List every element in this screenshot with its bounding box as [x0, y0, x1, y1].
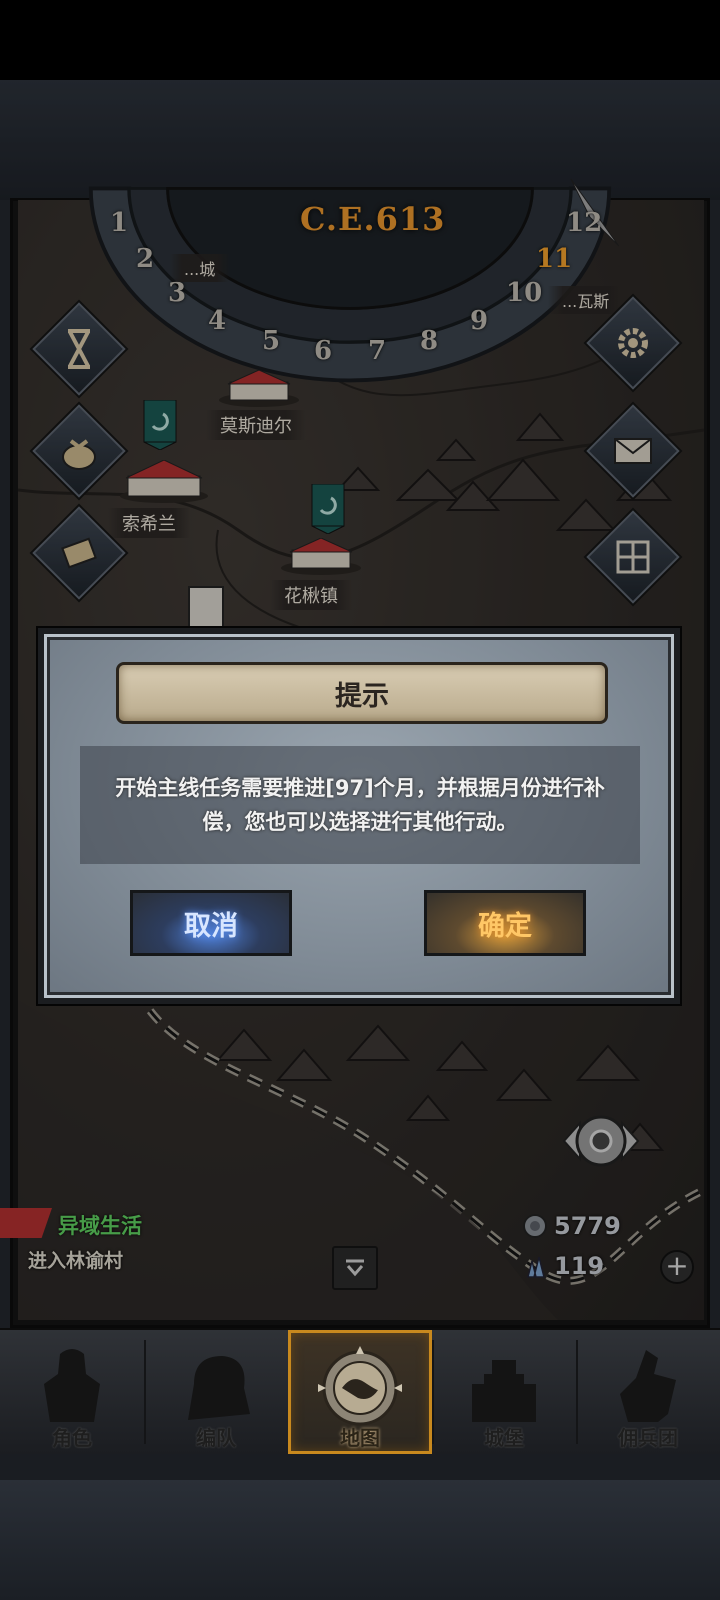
- town-label-huaqiuzhen[interactable]: 花楸镇: [270, 580, 352, 610]
- plus-icon: +: [665, 1249, 689, 1282]
- month-10: 10: [506, 278, 543, 308]
- town-label-mosidier[interactable]: 莫斯迪尔: [206, 410, 306, 440]
- nav-tab-mercenary[interactable]: 佣兵团: [576, 1330, 720, 1454]
- helmet-icon: [188, 1356, 250, 1420]
- nav-label-castle: 城堡: [484, 1426, 524, 1450]
- month-11-current: 11: [536, 244, 573, 274]
- money-bag-icon: [62, 439, 96, 470]
- crystal-resource: 119: [522, 1252, 604, 1280]
- collapse-button[interactable]: [332, 1246, 378, 1290]
- partial-town-label-left: ...城: [170, 254, 230, 282]
- chevron-down-icon: [346, 1259, 364, 1277]
- calendar-year: C.E.613: [300, 200, 446, 238]
- month-3: 3: [168, 278, 187, 308]
- town-icon-mosidier[interactable]: [214, 370, 304, 408]
- month-12: 12: [566, 208, 603, 238]
- silver-resource: 5779: [522, 1212, 621, 1240]
- crystal-amount: 119: [554, 1252, 605, 1280]
- nav-label-map: 地图: [340, 1426, 380, 1450]
- month-2: 2: [136, 244, 155, 274]
- dialog-title: 提示: [335, 680, 389, 712]
- month-7: 7: [368, 336, 387, 366]
- dialog-message-box: 开始主线任务需要推进[97]个月，并根据月份进行补偿，您也可以选择进行其他行动。: [80, 746, 640, 864]
- nav-tab-formation[interactable]: 编队: [144, 1330, 288, 1454]
- locate-icon[interactable]: [546, 1105, 656, 1177]
- faction-banner-icon: [143, 400, 177, 450]
- confirm-button-label: 确定: [478, 910, 532, 942]
- cancel-button-label: 取消: [184, 910, 238, 942]
- gear-icon: [618, 328, 648, 358]
- knight-icon: [44, 1349, 100, 1422]
- prompt-dialog: 提示 开始主线任务需要推进[97]个月，并根据月份进行补偿，您也可以选择进行其他…: [38, 628, 680, 1004]
- silver-coin-icon: [523, 1214, 547, 1238]
- month-9: 9: [470, 306, 489, 336]
- month-5: 5: [262, 326, 281, 356]
- faction-banner-icon: [311, 484, 345, 534]
- nav-label-formation: 编队: [196, 1426, 236, 1450]
- dialog-message: 开始主线任务需要推进[97]个月，并根据月份进行补偿，您也可以选择进行其他行动。: [115, 776, 605, 834]
- month-8: 8: [420, 326, 439, 356]
- castle-icon: [472, 1360, 536, 1422]
- nav-tab-castle[interactable]: 城堡: [432, 1330, 576, 1454]
- confirm-button[interactable]: 确定: [424, 890, 586, 956]
- nav-tab-character[interactable]: 角色: [0, 1330, 144, 1454]
- mail-icon: [614, 438, 652, 464]
- scroll-icon: [61, 537, 97, 569]
- mercenary-icon: [620, 1350, 676, 1422]
- map-marker[interactable]: [188, 586, 224, 634]
- town-icon-huaqiuzhen[interactable]: [276, 538, 366, 576]
- town-icon-suoxilan[interactable]: [116, 460, 212, 504]
- quest-title[interactable]: 异域生活: [58, 1210, 142, 1240]
- month-4: 4: [208, 306, 227, 336]
- nav-tab-map[interactable]: 地图: [288, 1330, 432, 1454]
- bottom-band: [0, 1480, 720, 1600]
- month-1: 1: [110, 208, 129, 238]
- town-label-suoxilan[interactable]: 索希兰: [108, 508, 190, 538]
- quest-subtitle[interactable]: 进入林谕村: [28, 1246, 123, 1273]
- dialog-title-plate: 提示: [116, 662, 608, 724]
- compass-map-icon: [318, 1346, 402, 1426]
- month-6: 6: [314, 336, 333, 366]
- silver-amount: 5779: [554, 1212, 621, 1240]
- status-bar-area: [0, 0, 720, 80]
- partial-town-label-right: ...瓦斯: [548, 286, 624, 314]
- window-icon: [616, 540, 650, 574]
- hourglass-icon: [68, 329, 90, 369]
- nav-label-character: 角色: [52, 1426, 92, 1450]
- crystal-icon: [527, 1256, 545, 1278]
- nav-label-mercenary: 佣兵团: [618, 1426, 678, 1450]
- add-resource-button[interactable]: +: [660, 1250, 694, 1284]
- cancel-button[interactable]: 取消: [130, 890, 292, 956]
- bottom-nav: 角色 编队 地图 城堡 佣兵团: [0, 1328, 720, 1454]
